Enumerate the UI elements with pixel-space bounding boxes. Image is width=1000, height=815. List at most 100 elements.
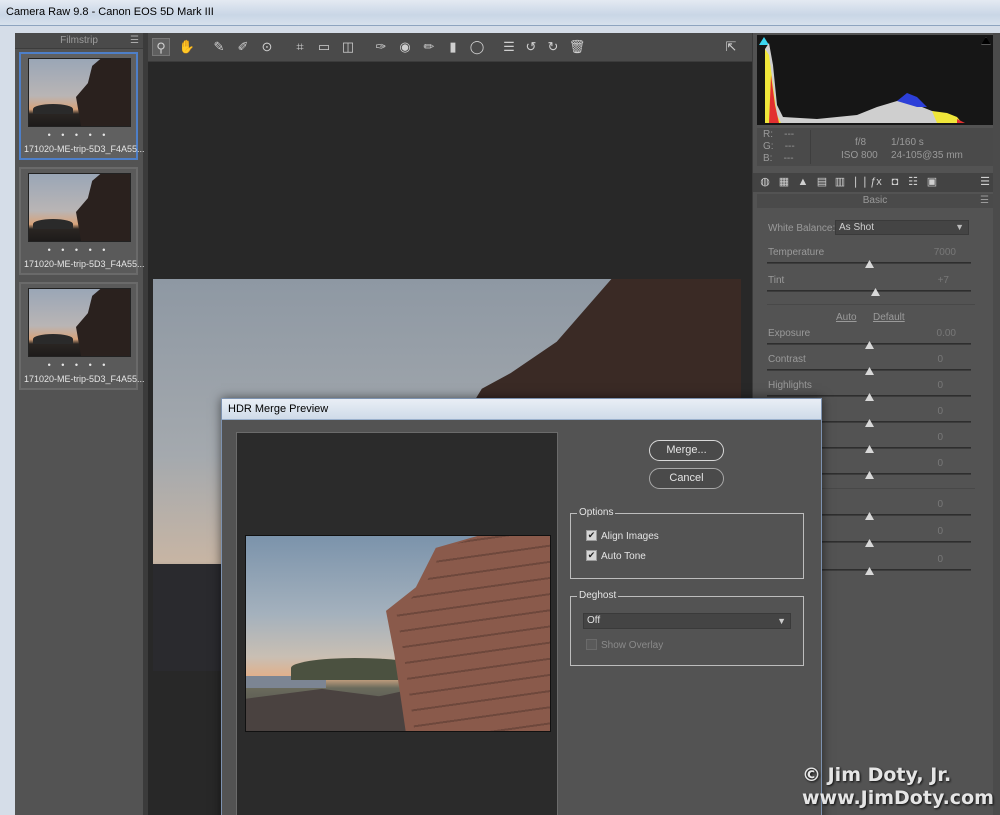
temperature-value[interactable]: 7000 — [916, 247, 956, 258]
tint-value[interactable]: +7 — [909, 275, 949, 286]
histogram-graph — [765, 43, 965, 123]
thumbnail-filename: 171020-ME-trip-5D3_F4A55... — [24, 144, 145, 154]
fullscreen-icon[interactable]: ⇱ — [722, 38, 740, 56]
thumbnail-image — [28, 58, 131, 127]
transform-icon[interactable]: ◫ — [339, 38, 357, 56]
b-value: --- — [783, 153, 794, 164]
deghost-group: Deghost Off ▼ Show Overlay — [570, 590, 804, 666]
straighten-icon[interactable]: ▭ — [315, 38, 333, 56]
hdr-preview-area — [236, 432, 558, 815]
white-balance-value: As Shot — [839, 222, 875, 233]
contrast-value[interactable]: 0 — [903, 354, 943, 365]
hsl-icon[interactable]: ▤ — [815, 175, 829, 189]
r-label: R: — [763, 129, 773, 140]
clarity-value[interactable]: 0 — [903, 499, 943, 510]
filmstrip-item[interactable]: • • • • • 171020-ME-trip-5D3_F4A55... — [19, 282, 145, 390]
filmstrip-menu-icon[interactable]: ☰ — [130, 33, 139, 49]
contrast-label: Contrast — [768, 354, 806, 365]
saturation-value[interactable]: 0 — [903, 554, 943, 565]
panel-title-menu-icon[interactable]: ☰ — [980, 194, 989, 208]
preferences-icon[interactable]: ☰ — [500, 38, 518, 56]
show-overlay-checkbox — [586, 639, 597, 650]
rotate-right-icon[interactable]: ↻ — [544, 38, 562, 56]
camera-calibration-icon[interactable]: ◘ — [888, 175, 902, 189]
highlights-label: Highlights — [768, 380, 812, 391]
temperature-label: Temperature — [768, 247, 825, 258]
basic-icon[interactable]: ◍ — [758, 175, 772, 189]
align-images-checkbox[interactable]: ✔ — [586, 530, 597, 541]
vibrance-value[interactable]: 0 — [903, 526, 943, 537]
dialog-title-bar[interactable]: HDR Merge Preview — [222, 399, 821, 420]
hdr-merge-dialog: HDR Merge Preview Merge... Cancel Option… — [221, 398, 822, 815]
trash-icon[interactable]: 🗑 — [568, 38, 586, 56]
highlights-value[interactable]: 0 — [903, 380, 943, 391]
dialog-body: Merge... Cancel Options ✔ Align Images ✔… — [222, 420, 821, 815]
whites-value[interactable]: 0 — [903, 432, 943, 443]
thumbnail-image — [28, 288, 131, 357]
panel-title: Basic ☰ — [757, 194, 993, 208]
rating-dots[interactable]: • • • • • — [21, 130, 136, 140]
aperture-value: f/8 — [855, 137, 867, 148]
shadows-value[interactable]: 0 — [903, 406, 943, 417]
split-toning-icon[interactable]: ▥ — [833, 175, 847, 189]
shutter-value: 1/160 s — [891, 137, 924, 148]
exposure-label: Exposure — [768, 328, 811, 339]
panel-tab-bar: ◍ ▦ ▲ ▤ ▥ ❘❘ ƒx ◘ ☷ ▣ ☰ — [753, 173, 1000, 192]
crop-icon[interactable]: ⌗ — [291, 38, 309, 56]
align-images-label[interactable]: Align Images — [601, 531, 659, 542]
auto-link[interactable]: Auto — [836, 312, 857, 323]
lens-corrections-icon[interactable]: ❘❘ — [851, 175, 869, 189]
rating-dots[interactable]: • • • • • — [21, 245, 136, 255]
deghost-select[interactable]: Off ▼ — [583, 613, 791, 629]
hand-icon[interactable]: ✋ — [178, 38, 196, 56]
rotate-left-icon[interactable]: ↺ — [522, 38, 540, 56]
adjustment-brush-icon[interactable]: ✏ — [420, 38, 438, 56]
filmstrip-panel: Filmstrip ☰ • • • • • 171020-ME-trip-5D3… — [15, 33, 145, 815]
blacks-value[interactable]: 0 — [903, 458, 943, 469]
show-overlay-label: Show Overlay — [601, 640, 664, 651]
lens-value: 24-105@35 mm — [891, 150, 963, 161]
hdr-preview-photo — [245, 535, 551, 732]
spot-removal-icon[interactable]: ✑ — [372, 38, 390, 56]
red-eye-icon[interactable]: ◉ — [396, 38, 414, 56]
effects-icon[interactable]: ƒx — [869, 175, 883, 189]
white-balance-select[interactable]: As Shot ▼ — [835, 220, 969, 235]
snapshots-icon[interactable]: ▣ — [925, 175, 939, 189]
auto-tone-checkbox[interactable]: ✔ — [586, 550, 597, 561]
zoom-icon[interactable]: ⚲ — [152, 38, 170, 56]
panel-title-text: Basic — [862, 195, 888, 206]
graduated-filter-icon[interactable]: ▮ — [444, 38, 462, 56]
copyright-watermark: © Jim Doty, Jr. www.JimDoty.com — [802, 764, 994, 810]
filmstrip-title: Filmstrip — [60, 35, 98, 46]
thumbnail-filename: 171020-ME-trip-5D3_F4A55... — [24, 374, 145, 384]
exposure-value[interactable]: 0.00 — [916, 328, 956, 339]
tone-curve-icon[interactable]: ▦ — [777, 175, 791, 189]
detail-icon[interactable]: ▲ — [796, 175, 810, 189]
options-group-label: Options — [577, 507, 616, 518]
panel-menu-icon[interactable]: ☰ — [978, 175, 992, 189]
window-title: Camera Raw 9.8 - Canon EOS 5D Mark III — [6, 6, 214, 18]
tint-slider-track[interactable] — [767, 290, 971, 292]
radial-filter-icon[interactable]: ◯ — [468, 38, 486, 56]
filmstrip-item[interactable]: • • • • • 171020-ME-trip-5D3_F4A55... — [19, 167, 145, 275]
tint-label: Tint — [768, 275, 785, 286]
filmstrip-item[interactable]: • • • • • 171020-ME-trip-5D3_F4A55... — [19, 52, 145, 160]
color-sampler-icon[interactable]: ✐ — [234, 38, 252, 56]
rating-dots[interactable]: • • • • • — [21, 360, 136, 370]
filmstrip-header: Filmstrip ☰ — [15, 33, 143, 49]
r-value: --- — [784, 129, 795, 140]
window-title-bar: Camera Raw 9.8 - Canon EOS 5D Mark III — [0, 0, 1000, 26]
rgb-exif-readout: R: --- G: --- B: --- f/8 1/160 s ISO 800 2… — [757, 128, 993, 166]
dialog-title: HDR Merge Preview — [228, 403, 329, 415]
targeted-adjustment-icon[interactable]: ⊙ — [258, 38, 276, 56]
white-balance-icon[interactable]: ✎ — [210, 38, 228, 56]
panel-scrollbar[interactable] — [993, 33, 1000, 815]
auto-tone-label[interactable]: Auto Tone — [601, 551, 646, 562]
iso-value: ISO 800 — [841, 150, 878, 161]
merge-button[interactable]: Merge... — [649, 440, 724, 461]
presets-icon[interactable]: ☷ — [906, 175, 920, 189]
options-group: Options ✔ Align Images ✔ Auto Tone — [570, 507, 804, 579]
cancel-button[interactable]: Cancel — [649, 468, 724, 489]
default-link[interactable]: Default — [873, 312, 905, 323]
white-balance-label: White Balance: — [768, 223, 836, 234]
